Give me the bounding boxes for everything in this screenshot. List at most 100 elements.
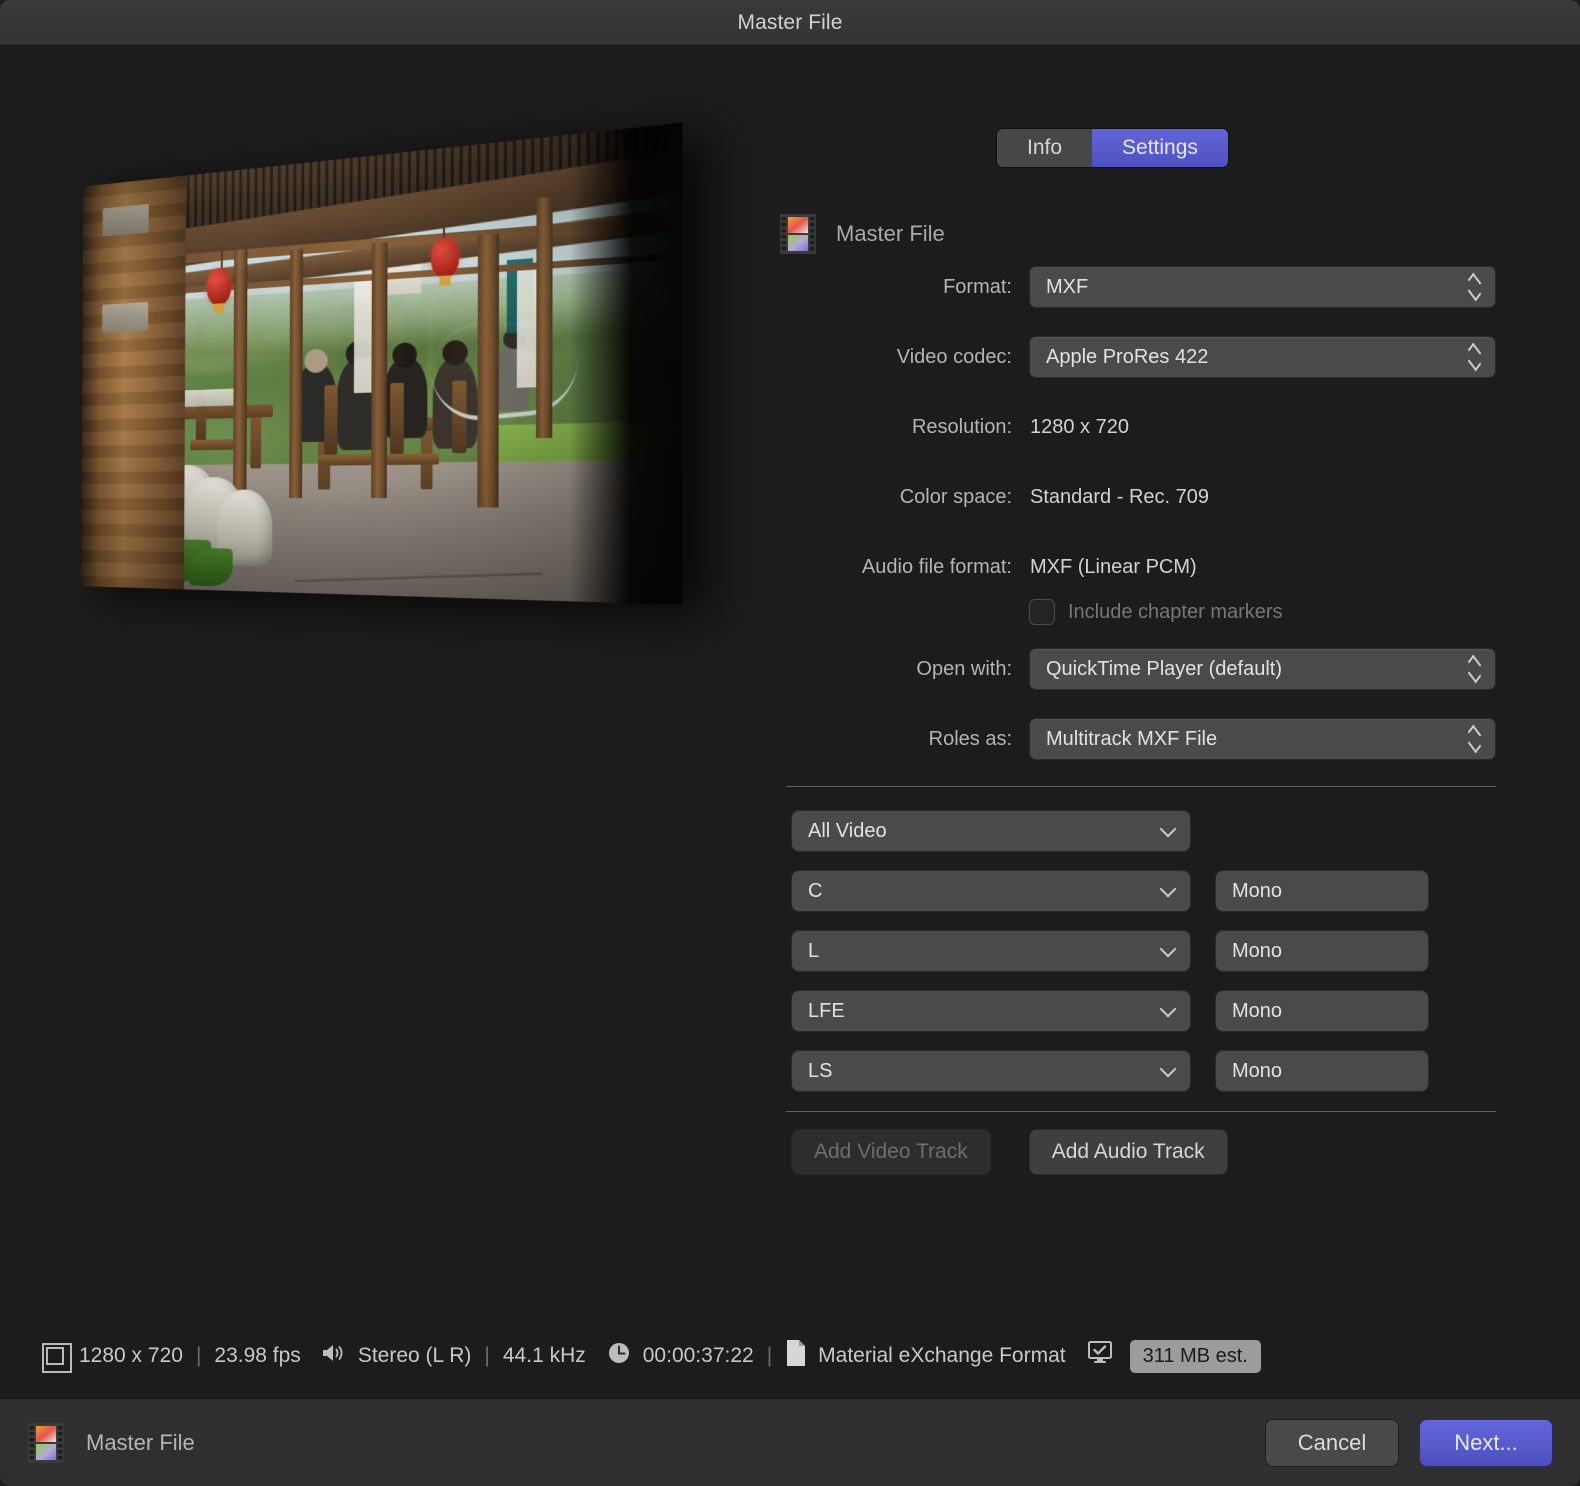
film-strip-icon [780, 214, 816, 254]
preview-thumbnail [60, 121, 700, 826]
video-role-value: All Video [808, 819, 887, 842]
open-with-value: QuickTime Player (default) [1046, 657, 1282, 680]
audio-role-popup-1[interactable]: C [792, 871, 1190, 911]
status-fps-value: 23.98 fps [214, 1344, 301, 1367]
field-roles-as: Roles as: Multitrack MXF File [780, 714, 1520, 764]
resolution-icon [42, 1343, 72, 1373]
status-separator: | [766, 1344, 773, 1367]
chevron-down-icon[interactable] [1159, 940, 1177, 958]
pane-title: Master File [836, 221, 945, 246]
section-divider-bottom [786, 1111, 1496, 1112]
status-resolution: 1280 x 720 [42, 1343, 183, 1373]
video-role-popup[interactable]: All Video [792, 811, 1190, 851]
next-button[interactable]: Next... [1420, 1419, 1552, 1466]
format-popup[interactable]: MXF [1030, 267, 1495, 307]
include-chapter-markers-label: Include chapter markers [1068, 600, 1283, 623]
speaker-icon [321, 1342, 347, 1370]
audio-channels-value-4: Mono [1232, 1059, 1283, 1082]
audio-role-value-2: L [808, 939, 820, 962]
audio-channels-value-2: Mono [1232, 939, 1283, 962]
format-label: Format: [943, 275, 1012, 298]
settings-pane: Master File Format: MXF Video codec: App… [780, 206, 1520, 1174]
audio-role-popup-2[interactable]: L [792, 931, 1190, 971]
bottom-bar-title: Master File [86, 1429, 195, 1455]
track-row-audio: C Mono [780, 871, 1520, 911]
status-file-format-value: Material eXchange Format [818, 1344, 1066, 1367]
audio-file-format-label: Audio file format: [861, 555, 1012, 578]
document-icon [785, 1339, 807, 1373]
chevron-down-icon[interactable] [1159, 820, 1177, 838]
stepper-icon[interactable] [1467, 345, 1481, 369]
tab-segmented-control[interactable]: Info Settings [997, 129, 1228, 167]
audio-channels-value-3: Mono [1232, 999, 1283, 1022]
status-separator: | [484, 1344, 490, 1367]
audio-role-popup-4[interactable]: LS [792, 1051, 1190, 1091]
stepper-icon[interactable] [1467, 275, 1481, 299]
audio-channels-popup-4[interactable]: Mono [1216, 1051, 1428, 1091]
status-separator: | [195, 1344, 202, 1367]
master-file-dialog: Master File Info Settings Master File Fo… [0, 0, 1580, 1486]
format-value: MXF [1046, 275, 1089, 298]
status-resolution-value: 1280 x 720 [79, 1344, 183, 1367]
audio-file-format-value: MXF (Linear PCM) [1030, 555, 1197, 578]
track-buttons: Add Video Track Add Audio Track [780, 1130, 1520, 1174]
field-color-space: Color space: Standard - Rec. 709 [780, 472, 1520, 522]
roles-as-popup[interactable]: Multitrack MXF File [1030, 719, 1495, 759]
field-format: Format: MXF [780, 262, 1520, 312]
chevron-down-icon[interactable] [1159, 1060, 1177, 1078]
status-duration: 00:00:37:22 [606, 1340, 754, 1372]
roles-as-label: Roles as: [928, 727, 1012, 750]
stepper-icon[interactable] [1467, 657, 1481, 681]
add-audio-track-button[interactable]: Add Audio Track [1029, 1130, 1227, 1174]
monitor-check-icon [1086, 1340, 1114, 1372]
video-codec-value: Apple ProRes 422 [1046, 345, 1209, 368]
audio-channels-popup-2[interactable]: Mono [1216, 931, 1428, 971]
chevron-down-icon[interactable] [1159, 1000, 1177, 1018]
track-row-audio: LS Mono [780, 1051, 1520, 1091]
stepper-icon[interactable] [1467, 727, 1481, 751]
audio-role-value-3: LFE [808, 999, 845, 1022]
status-size-estimate: 311 MB est. [1129, 1339, 1261, 1373]
track-row-audio: L Mono [780, 931, 1520, 971]
track-row-audio: LFE Mono [780, 991, 1520, 1031]
clock-icon [606, 1340, 632, 1372]
preview-stage [60, 121, 683, 605]
audio-role-value-1: C [808, 879, 823, 902]
include-chapter-markers-checkbox[interactable] [1030, 600, 1054, 624]
field-audio-file-format: Audio file format: MXF (Linear PCM) [780, 542, 1520, 592]
color-space-value: Standard - Rec. 709 [1030, 485, 1209, 508]
add-video-track-button[interactable]: Add Video Track [792, 1130, 990, 1174]
resolution-label: Resolution: [911, 415, 1012, 438]
tab-settings[interactable]: Settings [1092, 129, 1228, 167]
audio-channels-popup-1[interactable]: Mono [1216, 871, 1428, 911]
pane-header: Master File [780, 206, 1520, 262]
video-codec-popup[interactable]: Apple ProRes 422 [1030, 337, 1495, 377]
tab-info[interactable]: Info [997, 129, 1093, 167]
resolution-value: 1280 x 720 [1030, 415, 1129, 438]
audio-channels-popup-3[interactable]: Mono [1216, 991, 1428, 1031]
title-bar: Master File [0, 0, 1580, 46]
film-strip-icon [28, 1422, 64, 1463]
cancel-button[interactable]: Cancel [1266, 1419, 1398, 1466]
section-divider-top [786, 786, 1496, 787]
audio-role-value-4: LS [808, 1059, 833, 1082]
open-with-label: Open with: [916, 657, 1012, 680]
status-duration-value: 00:00:37:22 [642, 1344, 754, 1367]
dialog-body: Info Settings Master File Format: MXF Vi… [0, 46, 1580, 1398]
track-row-video: All Video [780, 811, 1520, 851]
audio-role-popup-3[interactable]: LFE [792, 991, 1190, 1031]
field-open-with: Open with: QuickTime Player (default) [780, 644, 1520, 694]
chevron-down-icon[interactable] [1159, 880, 1177, 898]
field-chapter-markers: Include chapter markers [780, 600, 1520, 624]
bottom-bar: Master File Cancel Next... [0, 1398, 1580, 1486]
audio-channels-value-1: Mono [1232, 879, 1283, 902]
roles-as-value: Multitrack MXF File [1046, 727, 1218, 750]
color-space-label: Color space: [899, 485, 1012, 508]
status-file-format: Material eXchange Format [785, 1339, 1066, 1373]
field-video-codec: Video codec: Apple ProRes 422 [780, 332, 1520, 382]
status-audio: Stereo (L R) [321, 1342, 472, 1370]
open-with-popup[interactable]: QuickTime Player (default) [1030, 649, 1495, 689]
status-sample-rate: 44.1 kHz [502, 1344, 586, 1367]
field-resolution: Resolution: 1280 x 720 [780, 402, 1520, 452]
status-audio-channels: Stereo (L R) [357, 1344, 472, 1367]
